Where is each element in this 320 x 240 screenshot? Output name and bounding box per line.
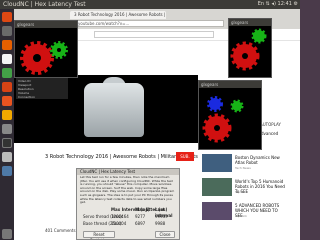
dialog-instructions: Let this test run for a few minutes, the… xyxy=(80,175,175,205)
stats-line: Connection xyxy=(18,95,35,99)
list-item[interactable]: Boston Dynamics New Atlas Robot Tech New… xyxy=(202,154,286,176)
gears-render xyxy=(20,41,68,75)
table-header: Max Interval (ns) Max Jitter (ns) Last i… xyxy=(83,207,177,218)
video-frame-robot xyxy=(84,83,144,137)
calc-icon[interactable] xyxy=(2,68,12,78)
gears-window-title: glxgears xyxy=(229,19,271,26)
autoplay-toggle[interactable]: AUTOPLAY xyxy=(260,122,281,127)
blue-gear-icon xyxy=(207,96,223,112)
reset-statistics-button[interactable]: Reset Statistics xyxy=(83,231,115,239)
table-row: Base thread (25us): 100004 6897 9988 xyxy=(83,221,177,227)
green-gear-icon xyxy=(50,41,68,59)
trash-icon[interactable] xyxy=(2,229,12,239)
red-gear-icon xyxy=(230,41,260,71)
active-window-title: CloudNC | Hex Latency Test xyxy=(3,1,86,8)
dash-icon[interactable] xyxy=(2,12,12,22)
video-thumbnail[interactable] xyxy=(202,178,232,196)
browser-tab[interactable]: 3 Robot Technology 2016 | Awesome Robots… xyxy=(70,11,166,19)
youtube-search-input[interactable] xyxy=(94,31,214,38)
video-thumbnail[interactable] xyxy=(202,202,232,220)
cell: 9988 xyxy=(155,221,166,226)
list-item-meta: Top5s xyxy=(235,190,244,194)
subscribe-button[interactable]: SUB. 279 xyxy=(176,152,194,168)
red-gear-icon xyxy=(20,41,54,75)
video-stats-overlay: Video ID Viewport Resolution Volume Conn… xyxy=(16,77,68,99)
gears-window-title: glxgears xyxy=(199,81,261,88)
terminal-icon[interactable] xyxy=(2,138,12,148)
comments-count: 401 Comments xyxy=(45,228,76,233)
gears-window[interactable]: glxgears xyxy=(198,80,262,150)
cell: 6897 xyxy=(135,221,146,226)
list-item[interactable]: 5 ADVANCED ROBOTS WHICH YOU NEED TO SEE … xyxy=(202,202,286,224)
gears-window[interactable]: glxgears xyxy=(228,18,272,78)
video-player[interactable]: Video ID Viewport Resolution Volume Conn… xyxy=(14,75,198,143)
system-tray[interactable]: En ⇅ ◂) 12:41 ⚙ xyxy=(258,0,298,9)
list-item[interactable]: World's Top 5 Humanoid Robots in 2016 Yo… xyxy=(202,178,286,200)
app-icon[interactable] xyxy=(2,152,12,162)
cell: 1000464 xyxy=(111,214,129,219)
launcher xyxy=(0,9,14,240)
app-icon-2[interactable] xyxy=(2,166,12,176)
gears-window[interactable]: glxgears xyxy=(14,20,78,78)
green-gear-icon xyxy=(230,99,244,113)
close-button[interactable]: Close xyxy=(155,231,175,238)
system-top-bar: CloudNC | Hex Latency Test En ⇅ ◂) 12:41… xyxy=(0,0,300,9)
settings-icon[interactable] xyxy=(2,124,12,134)
list-item-title[interactable]: Boston Dynamics New Atlas Robot xyxy=(235,155,285,165)
amazon-icon[interactable] xyxy=(2,110,12,120)
gears-render xyxy=(230,28,267,71)
files-icon[interactable] xyxy=(2,26,12,36)
list-item-meta: Tech News xyxy=(235,166,251,170)
video-thumbnail[interactable] xyxy=(202,154,232,172)
cell: 99939 xyxy=(155,214,168,219)
cell: 9277 xyxy=(135,214,146,219)
firefox-icon[interactable] xyxy=(2,40,12,50)
software-center-icon[interactable] xyxy=(2,96,12,106)
address-bar[interactable]: youtube.com/watch?v=... xyxy=(74,20,224,27)
gears-render xyxy=(202,96,244,143)
latency-test-dialog: CloudNC | Hex Latency Test Let this test… xyxy=(76,168,180,240)
list-item-meta: Top Pick xyxy=(235,214,247,218)
impress-icon[interactable] xyxy=(2,82,12,92)
red-gear-icon xyxy=(202,113,232,143)
writer-icon[interactable] xyxy=(2,54,12,64)
table-row: Servo thread (1ms): 1000464 9277 99939 xyxy=(83,214,177,220)
green-gear-icon xyxy=(251,28,267,44)
cell: 100004 xyxy=(111,221,127,226)
video-title: 3 Robot Technology 2016 | Awesome Robots… xyxy=(45,154,198,160)
gears-window-title: glxgears xyxy=(15,21,77,28)
